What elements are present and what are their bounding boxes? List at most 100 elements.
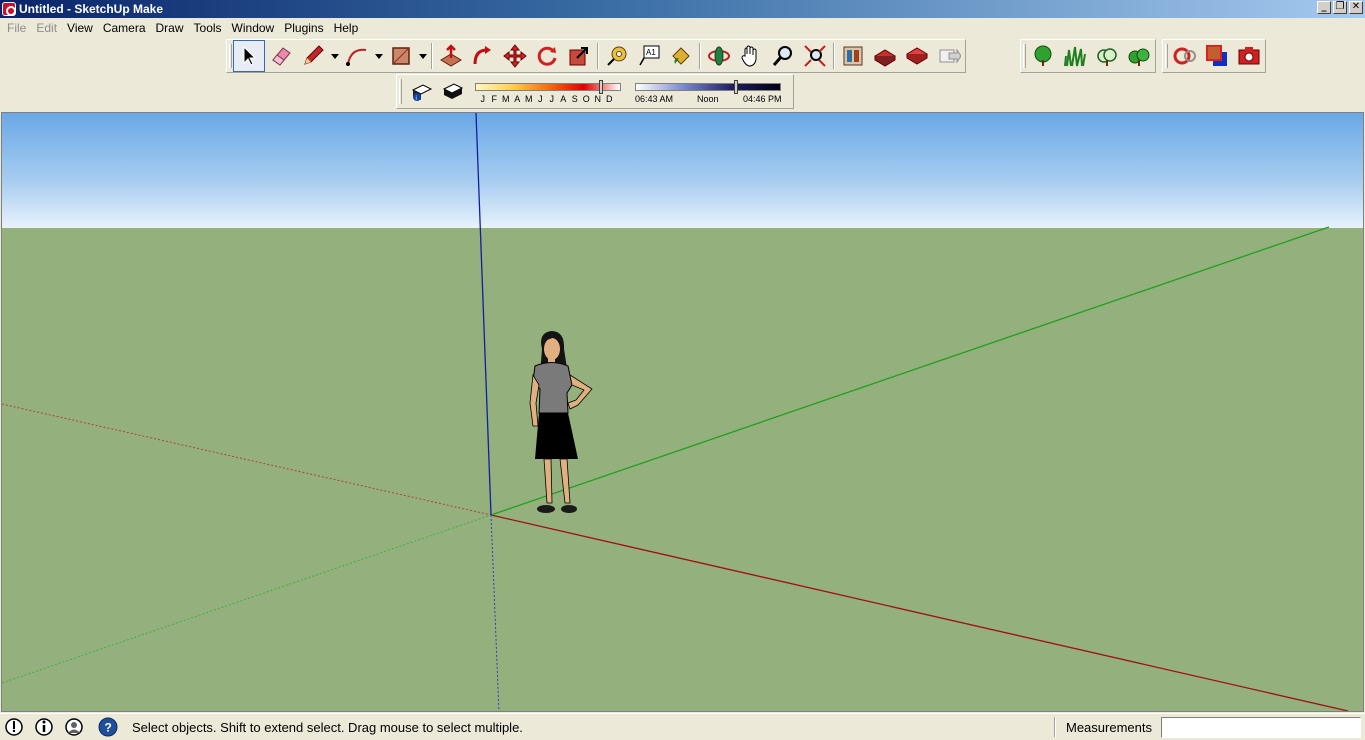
month-slider-thumb[interactable] <box>599 79 604 94</box>
month-label: J <box>538 93 543 104</box>
rectangle-tool-button[interactable] <box>385 40 417 72</box>
zoom-icon <box>772 46 792 66</box>
time-noon-label: Noon <box>697 93 719 104</box>
time-slider[interactable] <box>635 82 781 91</box>
pencil-tool-button[interactable] <box>297 40 329 72</box>
move-tool-button[interactable] <box>499 40 531 72</box>
menu-camera[interactable]: Camera <box>98 21 151 35</box>
measurements-input[interactable] <box>1161 717 1361 738</box>
plants-toolbar <box>1020 39 1156 73</box>
user-account-button[interactable] <box>64 717 84 737</box>
window-title: Untitled - SketchUp Make <box>19 2 164 16</box>
bush-button[interactable] <box>1123 40 1155 72</box>
text-tool-button[interactable]: A1 <box>633 40 665 72</box>
restore-button[interactable]: ❐ <box>1333 1 1347 14</box>
materials-icon <box>1206 45 1227 66</box>
send-to-layout-button[interactable] <box>933 40 965 72</box>
menu-edit[interactable]: Edit <box>31 21 62 35</box>
paint-bucket-tool-button[interactable] <box>665 40 697 72</box>
scale-tool-button[interactable] <box>563 40 595 72</box>
toolbar-grip[interactable] <box>399 79 402 104</box>
drawing-viewport[interactable] <box>1 112 1364 712</box>
pencil-dropdown[interactable] <box>329 40 341 72</box>
month-label: A <box>514 93 521 104</box>
section-plane-icon <box>1173 47 1196 65</box>
sketchup-logo-icon <box>2 2 16 16</box>
menu-tools[interactable]: Tools <box>189 21 227 35</box>
red-axis-negative <box>2 403 492 516</box>
pan-tool-button[interactable] <box>735 40 767 72</box>
tree-icon <box>1034 45 1052 66</box>
select-tool-button[interactable] <box>233 40 265 72</box>
warehouse-button[interactable] <box>837 40 869 72</box>
section-plane-button[interactable] <box>1169 40 1201 72</box>
minimize-button[interactable]: _ <box>1317 1 1331 14</box>
month-label: M <box>525 93 533 104</box>
arc-tool-button[interactable] <box>341 40 373 72</box>
toolbar-grip[interactable] <box>1165 44 1168 68</box>
menu-draw[interactable]: Draw <box>151 21 189 35</box>
green-axis-negative <box>2 514 492 684</box>
toolbar-separator <box>431 43 433 69</box>
extras-toolbar <box>1162 39 1266 73</box>
credits-button[interactable] <box>34 717 54 737</box>
share-model-button[interactable] <box>869 40 901 72</box>
grass-button[interactable] <box>1059 40 1091 72</box>
tape-measure-tool-button[interactable] <box>601 40 633 72</box>
help-icon: ? <box>98 717 118 737</box>
shadow-settings-icon: i <box>411 83 433 102</box>
menu-plugins[interactable]: Plugins <box>279 21 328 35</box>
components-button[interactable] <box>901 40 933 72</box>
month-label: O <box>582 93 590 104</box>
menu-help[interactable]: Help <box>329 21 364 35</box>
rotate-icon <box>537 46 557 66</box>
month-labels: J F M A M J J A S O N D <box>477 94 615 104</box>
shrub-button[interactable] <box>1091 40 1123 72</box>
user-icon <box>65 718 83 736</box>
orbit-tool-button[interactable] <box>703 40 735 72</box>
materials-button[interactable] <box>1201 40 1233 72</box>
svg-text:A1: A1 <box>646 48 656 57</box>
geo-location-button[interactable] <box>4 717 24 737</box>
shrub-icon <box>1097 48 1117 66</box>
zoom-extents-tool-button[interactable] <box>799 40 831 72</box>
select-icon <box>243 45 257 66</box>
eraser-tool-button[interactable] <box>265 40 297 72</box>
menu-window[interactable]: Window <box>227 21 280 35</box>
toolbar-separator <box>833 43 835 69</box>
tree-button[interactable] <box>1027 40 1059 72</box>
zoom-tool-button[interactable] <box>767 40 799 72</box>
arc-dropdown[interactable] <box>373 40 385 72</box>
time-slider-thumb[interactable] <box>734 79 739 94</box>
warehouse-icon <box>843 46 863 66</box>
month-label: J <box>549 93 555 104</box>
orbit-icon <box>708 46 730 66</box>
shadow-settings-button[interactable]: i <box>405 76 437 108</box>
move-icon <box>503 44 527 68</box>
blue-axis-positive <box>475 113 492 516</box>
display-shadows-button[interactable] <box>437 76 469 108</box>
month-label: S <box>571 93 578 104</box>
green-axis-positive <box>490 226 1330 516</box>
tape-measure-icon <box>607 46 627 66</box>
camera-button[interactable] <box>1233 40 1265 72</box>
rectangle-dropdown[interactable] <box>417 40 429 72</box>
toolbar-grip[interactable] <box>229 44 232 68</box>
status-divider <box>1054 717 1056 737</box>
time-end-label: 04:46 PM <box>743 93 782 104</box>
scale-icon <box>569 47 588 66</box>
toolbar-grip[interactable] <box>1023 44 1026 68</box>
month-label: D <box>606 93 613 104</box>
instructor-button[interactable]: ? <box>98 717 118 737</box>
rotate-tool-button[interactable] <box>531 40 563 72</box>
follow-me-tool-button[interactable] <box>467 40 499 72</box>
camera-icon <box>1238 47 1260 65</box>
menu-file[interactable]: File <box>2 21 31 35</box>
display-shadows-icon <box>442 82 464 99</box>
eraser-icon <box>272 47 291 66</box>
menu-view[interactable]: View <box>62 21 98 35</box>
status-hint: Select objects. Shift to extend select. … <box>132 719 523 735</box>
bush-icon <box>1128 48 1150 66</box>
close-button[interactable]: ✕ <box>1349 1 1363 14</box>
push-pull-tool-button[interactable] <box>435 40 467 72</box>
